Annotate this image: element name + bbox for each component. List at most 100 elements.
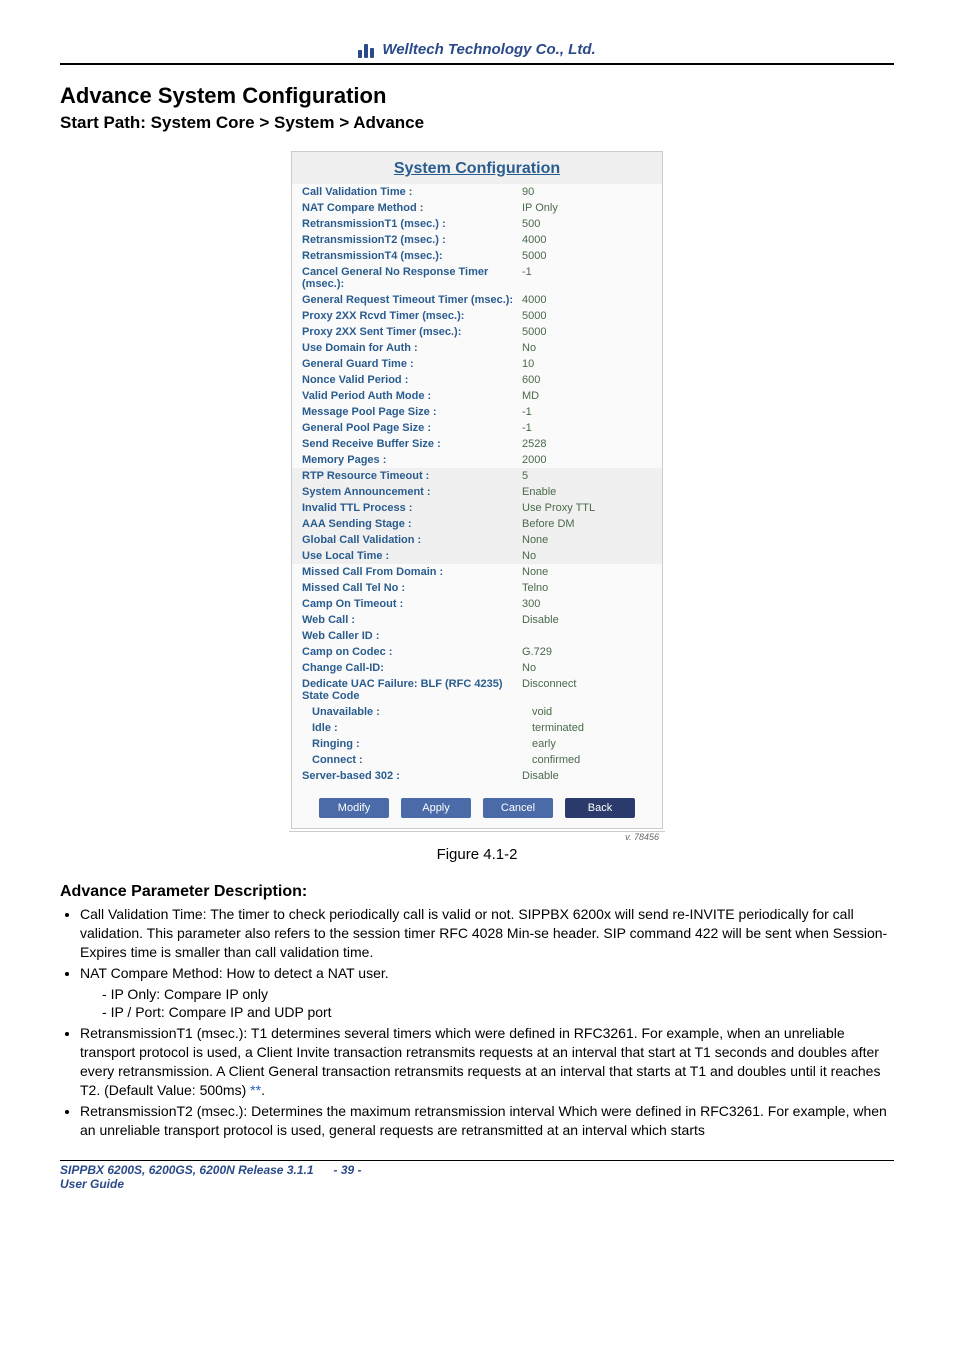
double-star: ** xyxy=(250,1082,261,1098)
config-row: RTP Resource Timeout :5 xyxy=(292,468,662,484)
config-row: Proxy 2XX Rcvd Timer (msec.):5000 xyxy=(292,308,662,324)
button-bar: Modify Apply Cancel Back xyxy=(292,784,662,828)
config-value: 5000 xyxy=(522,326,652,338)
start-path: Start Path: System Core > System > Advan… xyxy=(60,113,894,133)
config-row: Ringing :early xyxy=(292,736,662,752)
list-item: IP / Port: Compare IP and UDP port xyxy=(102,1003,894,1022)
config-value: Telno xyxy=(522,582,652,594)
description-title: Advance Parameter Description: xyxy=(60,883,894,901)
list-item: IP Only: Compare IP only xyxy=(102,985,894,1004)
config-row: Camp On Timeout :300 xyxy=(292,596,662,612)
config-row: Call Validation Time :90 xyxy=(292,184,662,200)
config-label: General Guard Time : xyxy=(302,358,522,370)
config-value: 5000 xyxy=(522,310,652,322)
config-value: confirmed xyxy=(532,754,652,766)
config-value: Enable xyxy=(522,486,652,498)
footer-product: SIPPBX 6200S, 6200GS, 6200N Release 3.1.… xyxy=(60,1163,314,1177)
config-row: Invalid TTL Process :Use Proxy TTL xyxy=(292,500,662,516)
config-label: Connect : xyxy=(302,754,532,766)
config-value: 90 xyxy=(522,186,652,198)
config-row: Dedicate UAC Failure: BLF (RFC 4235) Sta… xyxy=(292,676,662,704)
config-row: Send Receive Buffer Size :2528 xyxy=(292,436,662,452)
config-row: Valid Period Auth Mode :MD xyxy=(292,388,662,404)
config-value: No xyxy=(522,342,652,354)
config-row: Use Domain for Auth :No xyxy=(292,340,662,356)
config-row: Web Caller ID : xyxy=(292,628,662,644)
config-label: Nonce Valid Period : xyxy=(302,374,522,386)
config-row: NAT Compare Method :IP Only xyxy=(292,200,662,216)
config-label: Web Caller ID : xyxy=(302,630,522,642)
config-row: Nonce Valid Period :600 xyxy=(292,372,662,388)
config-label: System Announcement : xyxy=(302,486,522,498)
config-label: NAT Compare Method : xyxy=(302,202,522,214)
config-value: Disconnect xyxy=(522,678,652,702)
config-value: -1 xyxy=(522,422,652,434)
section-title: Advance System Configuration xyxy=(60,83,894,109)
config-label: RTP Resource Timeout : xyxy=(302,470,522,482)
list-item: RetransmissionT2 (msec.): Determines the… xyxy=(80,1102,894,1140)
config-row: General Request Timeout Timer (msec.):40… xyxy=(292,292,662,308)
description-list: Call Validation Time: The timer to check… xyxy=(60,905,894,1140)
company-name: Welltech Technology Co., Ltd. xyxy=(382,41,595,58)
config-label: General Pool Page Size : xyxy=(302,422,522,434)
config-label: Idle : xyxy=(302,722,532,734)
config-label: Web Call : xyxy=(302,614,522,626)
config-label: Memory Pages : xyxy=(302,454,522,466)
config-value: No xyxy=(522,550,652,562)
config-value: 2528 xyxy=(522,438,652,450)
config-label: Missed Call Tel No : xyxy=(302,582,522,594)
config-value: MD xyxy=(522,390,652,402)
config-label: Proxy 2XX Rcvd Timer (msec.): xyxy=(302,310,522,322)
config-label: Ringing : xyxy=(302,738,532,750)
config-value: Use Proxy TTL xyxy=(522,502,652,514)
config-row: Cancel General No Response Timer (msec.)… xyxy=(292,264,662,292)
config-row: RetransmissionT4 (msec.):5000 xyxy=(292,248,662,264)
system-config-panel: System Configuration Call Validation Tim… xyxy=(291,151,663,829)
config-row: Use Local Time :No xyxy=(292,548,662,564)
config-row: Web Call :Disable xyxy=(292,612,662,628)
config-row: System Announcement :Enable xyxy=(292,484,662,500)
config-label: RetransmissionT2 (msec.) : xyxy=(302,234,522,246)
config-row: Missed Call From Domain :None xyxy=(292,564,662,580)
config-value: None xyxy=(522,534,652,546)
back-button[interactable]: Back xyxy=(565,798,635,818)
config-label: Valid Period Auth Mode : xyxy=(302,390,522,402)
config-row: Message Pool Page Size :-1 xyxy=(292,404,662,420)
cancel-button[interactable]: Cancel xyxy=(483,798,553,818)
config-value: IP Only xyxy=(522,202,652,214)
config-label: Use Domain for Auth : xyxy=(302,342,522,354)
config-value: Before DM xyxy=(522,518,652,530)
config-label: RetransmissionT1 (msec.) : xyxy=(302,218,522,230)
config-value: 300 xyxy=(522,598,652,610)
config-value: 5 xyxy=(522,470,652,482)
logo-icon xyxy=(358,40,376,58)
config-value: G.729 xyxy=(522,646,652,658)
list-item: RetransmissionT1 (msec.): T1 determines … xyxy=(80,1024,894,1100)
config-row: Connect :confirmed xyxy=(292,752,662,768)
page-header: Welltech Technology Co., Ltd. xyxy=(60,40,894,65)
config-value: 4000 xyxy=(522,234,652,246)
config-row: Server-based 302 :Disable xyxy=(292,768,662,784)
config-row: Unavailable :void xyxy=(292,704,662,720)
config-value: -1 xyxy=(522,266,652,290)
config-value: void xyxy=(532,706,652,718)
apply-button[interactable]: Apply xyxy=(401,798,471,818)
config-value: None xyxy=(522,566,652,578)
modify-button[interactable]: Modify xyxy=(319,798,389,818)
config-label: Cancel General No Response Timer (msec.)… xyxy=(302,266,522,290)
config-row: Idle :terminated xyxy=(292,720,662,736)
config-value: 4000 xyxy=(522,294,652,306)
version-strip: v. 78456 xyxy=(289,831,665,842)
config-label: Change Call-ID: xyxy=(302,662,522,674)
config-value: 5000 xyxy=(522,250,652,262)
config-label: Invalid TTL Process : xyxy=(302,502,522,514)
config-row: RetransmissionT2 (msec.) :4000 xyxy=(292,232,662,248)
figure-caption: Figure 4.1-2 xyxy=(60,846,894,863)
config-value: early xyxy=(532,738,652,750)
config-label: Message Pool Page Size : xyxy=(302,406,522,418)
config-row: General Guard Time :10 xyxy=(292,356,662,372)
config-value: Disable xyxy=(522,770,652,782)
config-row: AAA Sending Stage :Before DM xyxy=(292,516,662,532)
config-label: General Request Timeout Timer (msec.): xyxy=(302,294,522,306)
config-value: 600 xyxy=(522,374,652,386)
